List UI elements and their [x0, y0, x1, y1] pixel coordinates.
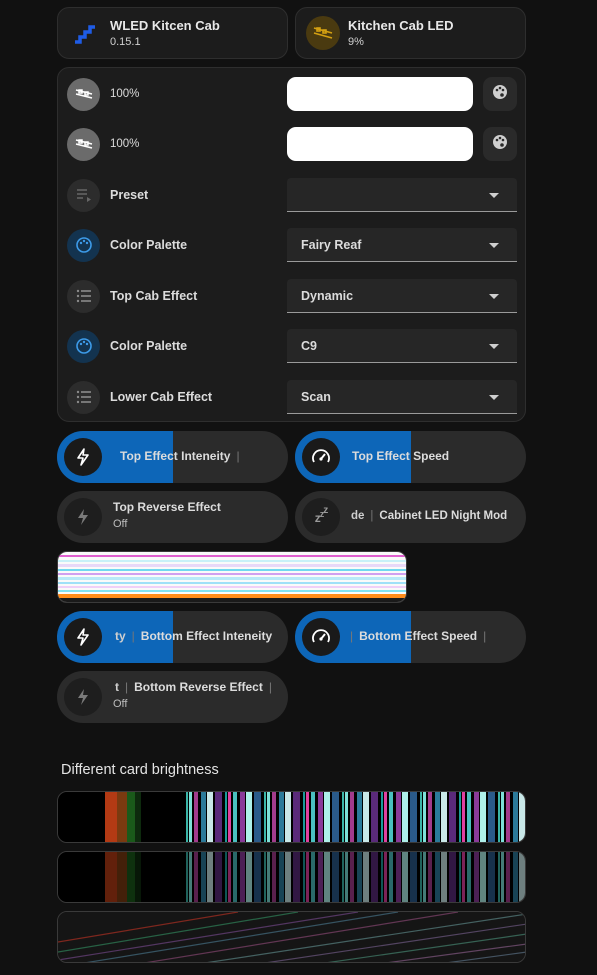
- light-brightness: 9%: [348, 36, 364, 48]
- segment-1-palette-button[interactable]: [483, 77, 517, 111]
- separator: |: [350, 629, 354, 643]
- wled-device-tile[interactable]: WLED Kitcen Cab 0.15.1: [57, 7, 288, 59]
- top-reverse-effect-state: Off: [113, 518, 128, 530]
- separator: |: [370, 510, 374, 522]
- top-reverse-effect-label: Top Reverse Effect: [113, 500, 221, 514]
- separator: |: [268, 680, 272, 694]
- flash-icon: [64, 438, 102, 476]
- palette-icon: [492, 134, 508, 155]
- color-palette-2-select[interactable]: C9: [287, 329, 517, 363]
- top-cab-effect-select[interactable]: Dynamic: [287, 279, 517, 313]
- preset-label: Preset: [110, 188, 149, 202]
- top-reverse-effect-toggle[interactable]: Top Reverse Effect Off: [57, 491, 288, 543]
- color-palette-2-row: Color Palette: [67, 329, 187, 363]
- bottom-reverse-effect-label: Bottom Reverse Effect: [134, 680, 263, 694]
- bottom-reverse-effect-state: Off: [113, 698, 128, 710]
- chevron-down-icon: [489, 294, 499, 299]
- top-cab-effect-row: Top Cab Effect: [67, 279, 197, 313]
- palette-icon: [492, 84, 508, 105]
- wled-logo-icon: [68, 16, 102, 50]
- top-cab-effect-label: Top Cab Effect: [110, 289, 198, 303]
- bottom-effect-speed-slider[interactable]: | Bottom Effect Speed |: [295, 611, 526, 663]
- palette-icon: [67, 329, 100, 363]
- bottom-effect-speed-label: Bottom Effect Speed: [359, 629, 478, 643]
- color-palette-2-value: C9: [301, 338, 317, 353]
- color-palette-label: Color Palette: [110, 238, 188, 252]
- chevron-down-icon: [489, 193, 499, 198]
- separator: |: [483, 629, 487, 643]
- bottom-reverse-label-row: t | Bottom Reverse Effect |: [115, 680, 278, 694]
- night-mode-label: Cabinet LED Night Mod: [379, 510, 508, 522]
- lower-cab-effect-row: Lower Cab Effect: [67, 380, 212, 414]
- segment-2-brightness: 100%: [110, 138, 140, 150]
- effect-preview: [57, 551, 407, 603]
- list-icon: [67, 279, 100, 313]
- top-cab-effect-value: Dynamic: [301, 288, 354, 303]
- bottom-reverse-effect-toggle[interactable]: t | Bottom Reverse Effect | Off: [57, 671, 288, 723]
- segment-1-brightness: 100%: [110, 88, 140, 100]
- led-strip-icon: [306, 16, 340, 50]
- entities-card: 100% 100% Preset Color Palette Fairy Rea…: [57, 67, 526, 422]
- top-effect-intensity-label: Top Effect Inteneity: [120, 449, 231, 463]
- segment-2-color-field[interactable]: [287, 127, 473, 161]
- top-effect-speed-label: Top Effect Speed: [352, 449, 450, 463]
- color-palette-2-label: Color Palette: [110, 339, 188, 353]
- bottom-effect-intensity-label: Bottom Effect Inteneity: [140, 629, 273, 643]
- bottom-effect-intensity-slider[interactable]: ty | Bottom Effect Inteneity: [57, 611, 288, 663]
- flash-icon: [64, 618, 102, 656]
- speedometer-icon: [302, 618, 340, 656]
- brightness-preview-full[interactable]: [57, 791, 526, 843]
- segment-1-row: 100%: [67, 77, 139, 111]
- flash-icon: [64, 498, 102, 536]
- lower-cab-effect-value: Scan: [301, 389, 331, 404]
- led-strip-icon: [67, 77, 100, 111]
- speedometer-icon: [302, 438, 340, 476]
- top-effect-intensity-slider[interactable]: Top Effect Inteneity |: [57, 431, 288, 483]
- marquee-prefix: de: [351, 510, 365, 522]
- cabinet-led-night-mode-toggle[interactable]: zzz de | Cabinet LED Night Mod: [295, 491, 526, 543]
- chevron-down-icon: [489, 344, 499, 349]
- list-icon: [67, 380, 100, 414]
- flash-icon: [64, 678, 102, 716]
- section-title: Different card brightness: [61, 762, 219, 778]
- brightness-preview-dark[interactable]: [57, 911, 526, 963]
- marquee-prefix: t: [115, 680, 119, 694]
- brightness-preview-dim[interactable]: [57, 851, 526, 903]
- color-palette-select[interactable]: Fairy Reaf: [287, 228, 517, 262]
- light-name: Kitchen Cab LED: [348, 18, 454, 33]
- chevron-down-icon: [489, 243, 499, 248]
- separator: |: [236, 449, 240, 463]
- bottom-intensity-label-row: ty | Bottom Effect Inteneity: [115, 629, 272, 643]
- device-version: 0.15.1: [110, 36, 141, 48]
- sleep-icon: zzz: [302, 498, 340, 536]
- separator: |: [131, 629, 135, 643]
- bottom-speed-label-row: | Bottom Effect Speed |: [350, 629, 492, 643]
- chevron-down-icon: [489, 395, 499, 400]
- lower-cab-effect-select[interactable]: Scan: [287, 380, 517, 414]
- marquee-prefix: ty: [115, 629, 126, 643]
- color-palette-row: Color Palette: [67, 228, 187, 262]
- segment-2-row: 100%: [67, 127, 139, 161]
- preset-select[interactable]: [287, 178, 517, 212]
- color-palette-value: Fairy Reaf: [301, 237, 362, 252]
- top-effect-speed-slider[interactable]: Top Effect Speed: [295, 431, 526, 483]
- playlist-play-icon: [67, 178, 100, 212]
- separator: |: [125, 680, 129, 694]
- night-mode-label-row: de | Cabinet LED Night Mod: [351, 510, 507, 522]
- kitchen-cab-led-tile[interactable]: Kitchen Cab LED 9%: [295, 7, 526, 59]
- preset-row: Preset: [67, 178, 148, 212]
- slider-label-row: Top Effect Inteneity |: [120, 449, 246, 463]
- led-strip-icon: [67, 127, 100, 161]
- segment-1-color-field[interactable]: [287, 77, 473, 111]
- lower-cab-effect-label: Lower Cab Effect: [110, 390, 213, 404]
- device-name: WLED Kitcen Cab: [110, 18, 220, 33]
- palette-icon: [67, 228, 100, 262]
- segment-2-palette-button[interactable]: [483, 127, 517, 161]
